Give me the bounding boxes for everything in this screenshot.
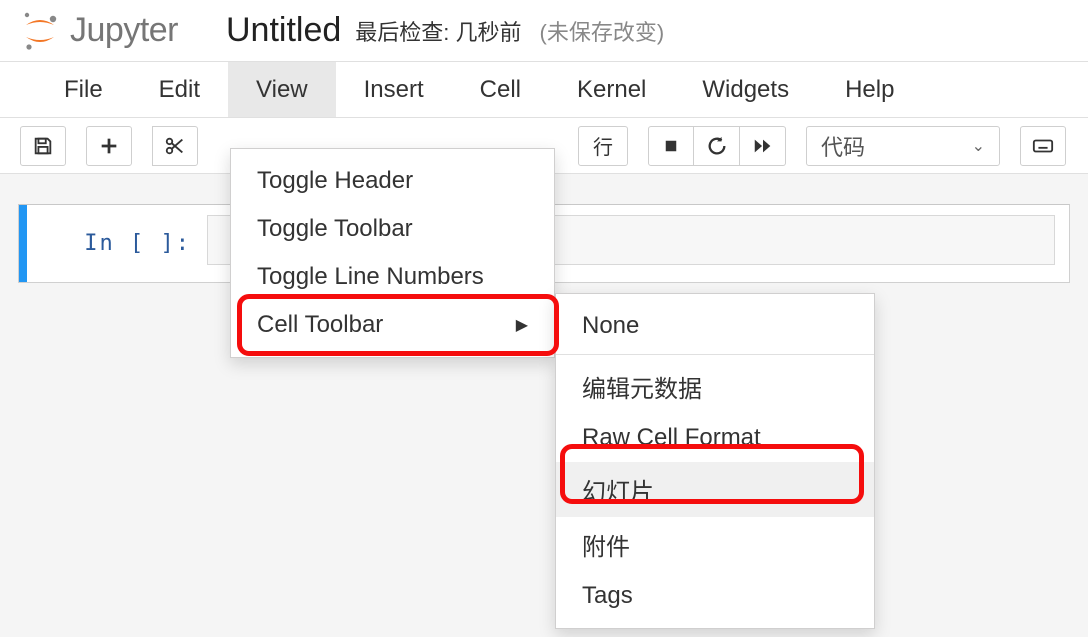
menu-cell[interactable]: Cell (452, 62, 549, 117)
logo-text: Jupyter (70, 11, 178, 50)
menu-divider (556, 354, 874, 355)
plus-icon (98, 135, 120, 157)
menubar: File Edit View Insert Cell Kernel Widget… (0, 62, 1088, 118)
menu-item-label: None (582, 312, 639, 340)
menu-item-label: Cell Toolbar (257, 311, 383, 339)
menu-item-label: 编辑元数据 (582, 369, 702, 404)
menu-item-label: Toggle Header (257, 167, 413, 195)
cell-prompt: In [ ]: (27, 205, 207, 282)
celltoolbar-slideshow[interactable]: 幻灯片 (556, 462, 874, 517)
fast-forward-icon (752, 135, 774, 157)
cell-toolbar-item[interactable]: Cell Toolbar ▶ (231, 301, 554, 349)
add-cell-button[interactable] (86, 126, 132, 166)
checkpoint-status: 最后检查: 几秒前 (355, 15, 521, 47)
notebook-header: Jupyter Untitled 最后检查: 几秒前 (未保存改变) (0, 0, 1088, 62)
celltoolbar-none[interactable]: None (556, 302, 874, 350)
stop-icon (662, 137, 680, 155)
toggle-line-numbers-item[interactable]: Toggle Line Numbers (231, 253, 554, 301)
submenu-arrow-icon: ▶ (516, 315, 528, 335)
menu-item-label: Raw Cell Format (582, 424, 761, 452)
menu-item-label: 附件 (582, 527, 630, 562)
edit-group (152, 126, 198, 166)
cell-toolbar-submenu: None 编辑元数据 Raw Cell Format 幻灯片 附件 Tags (555, 293, 875, 629)
save-icon (32, 135, 54, 157)
menu-help[interactable]: Help (817, 62, 922, 117)
menu-widgets[interactable]: Widgets (674, 62, 817, 117)
restart-icon (706, 135, 728, 157)
command-palette-button[interactable] (1020, 126, 1066, 166)
interrupt-button[interactable] (648, 126, 694, 166)
autosave-status: (未保存改变) (540, 15, 665, 47)
cell-type-value: 代码 (821, 130, 865, 162)
jupyter-logo-icon (20, 11, 60, 51)
run-partial-button[interactable]: 行 (578, 126, 628, 166)
save-button[interactable] (20, 126, 66, 166)
kernel-controls (648, 126, 786, 166)
restart-button[interactable] (694, 126, 740, 166)
menu-item-label: Toggle Line Numbers (257, 263, 484, 291)
toggle-header-item[interactable]: Toggle Header (231, 157, 554, 205)
menu-edit[interactable]: Edit (131, 62, 228, 117)
menu-item-label: Tags (582, 582, 633, 610)
toggle-toolbar-item[interactable]: Toggle Toolbar (231, 205, 554, 253)
celltoolbar-attachments[interactable]: 附件 (556, 517, 874, 572)
cell-select-indicator (19, 205, 27, 282)
keyboard-icon (1032, 135, 1054, 157)
restart-run-all-button[interactable] (740, 126, 786, 166)
cell-type-select[interactable]: 代码 ⌄ (806, 126, 1000, 166)
celltoolbar-tags[interactable]: Tags (556, 572, 874, 620)
celltoolbar-raw-format[interactable]: Raw Cell Format (556, 414, 874, 462)
chevron-down-icon: ⌄ (972, 136, 985, 156)
menu-file[interactable]: File (36, 62, 131, 117)
logo[interactable]: Jupyter (14, 11, 178, 51)
menu-kernel[interactable]: Kernel (549, 62, 674, 117)
menu-item-label: 幻灯片 (582, 472, 654, 507)
view-dropdown: Toggle Header Toggle Toolbar Toggle Line… (230, 148, 555, 358)
celltoolbar-edit-metadata[interactable]: 编辑元数据 (556, 359, 874, 414)
menu-insert[interactable]: Insert (336, 62, 452, 117)
run-partial-label: 行 (593, 131, 613, 160)
menu-view[interactable]: View (228, 62, 336, 117)
cut-button[interactable] (152, 126, 198, 166)
menu-item-label: Toggle Toolbar (257, 215, 413, 243)
scissors-icon (164, 135, 186, 157)
notebook-title[interactable]: Untitled (226, 11, 341, 50)
